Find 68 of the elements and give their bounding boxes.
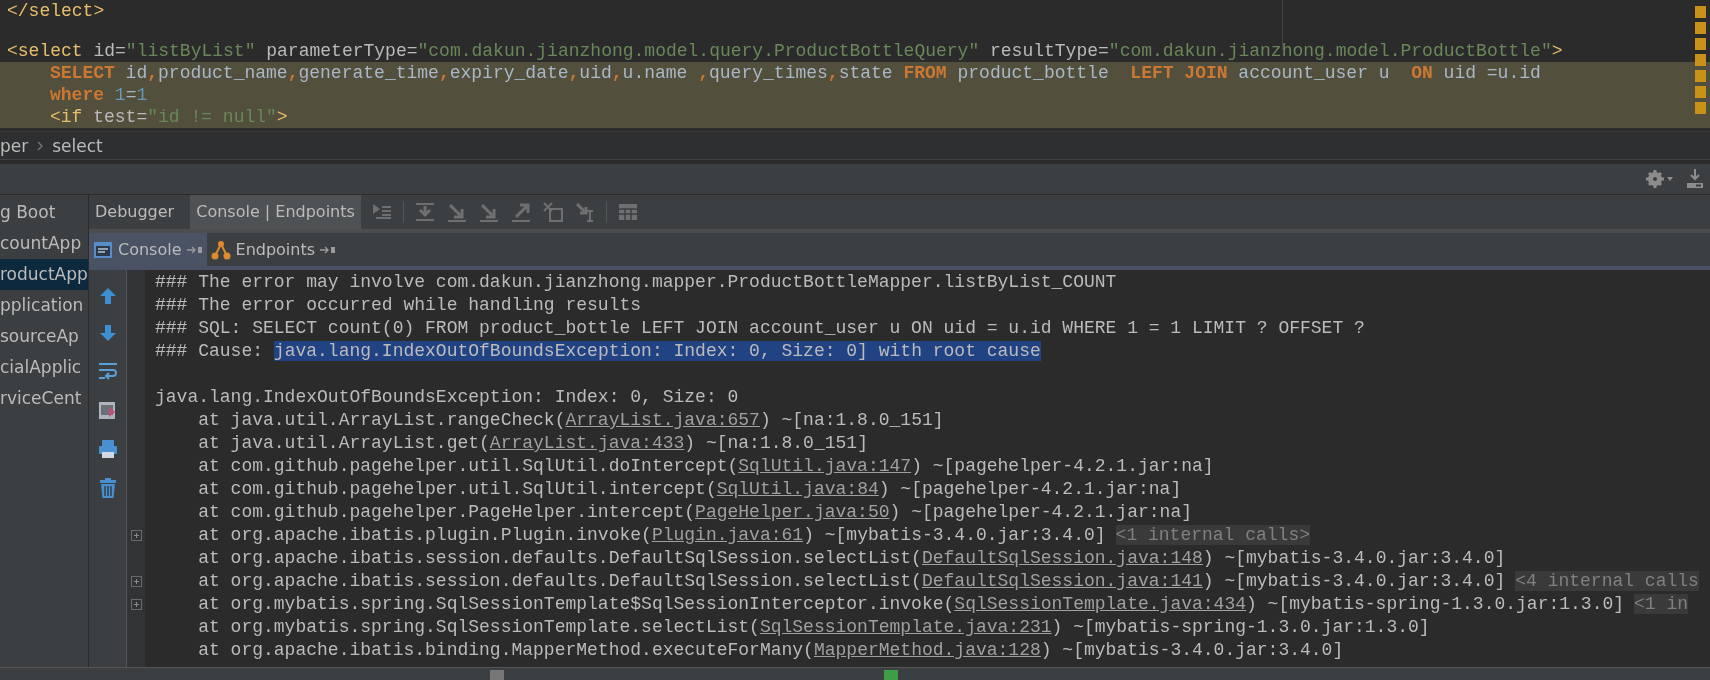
- chevron-icon: [36, 139, 45, 152]
- code-line: where 1=1: [50, 84, 148, 106]
- force-step-into-icon[interactable]: [477, 201, 500, 223]
- breadcrumb-item[interactable]: per: [0, 135, 29, 156]
- pin-icon[interactable]: [186, 244, 203, 255]
- run-config-item[interactable]: roductApp: [0, 259, 88, 290]
- settings-icon[interactable]: [1646, 170, 1674, 188]
- file-link[interactable]: Plugin.java:61: [651, 525, 804, 545]
- console-line: at java.util.ArrayList.rangeCheck(ArrayList.java:657) ~[na:1.8.0_151]: [197, 410, 944, 430]
- file-link[interactable]: ArrayList.java:433: [489, 433, 685, 453]
- console-line: java.lang.IndexOutOfBoundsException: Index: 0, Size: 0: [155, 387, 739, 407]
- file-link[interactable]: DefaultSqlSession.java:148: [921, 548, 1203, 568]
- run-config-item[interactable]: pplication: [0, 290, 88, 321]
- file-link[interactable]: MapperMethod.java:128: [813, 640, 1041, 660]
- internal-calls-note[interactable]: <4 internal calls: [1515, 571, 1699, 591]
- console-line: at org.apache.ibatis.session.defaults.DefaultSqlSession.selectList(DefaultSqlSession.java:148) ~[mybatis-3.4.0.jar:3.4.0]: [197, 548, 1506, 568]
- expand-icon[interactable]: [130, 530, 142, 541]
- file-link[interactable]: SqlSessionTemplate.java:434: [954, 594, 1246, 614]
- code-line: <if test="id != null">: [50, 106, 288, 128]
- run-config-item[interactable]: cialApplic: [0, 352, 88, 383]
- breadcrumb-item[interactable]: select: [52, 135, 103, 156]
- console-line: at com.github.pagehelper.util.SqlUtil.doIntercept(SqlUtil.java:147) ~[pagehelper-4.2.1.jar:na]: [197, 456, 1214, 476]
- evaluate-icon[interactable]: [616, 201, 639, 223]
- console-tab[interactable]: Console: [89, 233, 207, 266]
- file-link[interactable]: PageHelper.java:50: [695, 502, 890, 522]
- console-line: at org.mybatis.spring.SqlSessionTemplate$SqlSessionInterceptor.invoke(SqlSessionTemplate.java:434) ~[mybatis-spring-1.3.0.jar:1.3.0] <1 in: [197, 594, 1689, 614]
- console-line: at org.apache.ibatis.binding.MapperMethod.executeForMany(MapperMethod.java:128) ~[mybatis-3.4.0.jar:3.4.0]: [197, 640, 1344, 660]
- run-config-item[interactable]: g Boot: [0, 197, 88, 228]
- wrap-icon[interactable]: [96, 360, 119, 382]
- step-over-icon[interactable]: [413, 201, 436, 223]
- code-line: </select>: [7, 0, 105, 22]
- tool-tab[interactable]: Console | Endpoints: [190, 195, 361, 229]
- hide-panel-icon[interactable]: [1686, 169, 1704, 189]
- file-link[interactable]: ArrayList.java:657: [565, 410, 760, 430]
- run-config-item[interactable]: countApp: [0, 228, 88, 259]
- run-to-cursor-icon[interactable]: [573, 201, 596, 223]
- console-line: ### SQL: SELECT count(0) FROM product_bottle LEFT JOIN account_user u ON uid = u.id WHERE 1 = 1 LIMIT ? OFFSET ?: [155, 318, 1365, 338]
- run-config-item[interactable]: sourceAp: [0, 321, 88, 352]
- code-editor[interactable]: [0, 0, 1710, 131]
- console-icon: [93, 239, 113, 260]
- file-link[interactable]: SqlSessionTemplate.java:231: [759, 617, 1052, 637]
- code-line: SELECT id,product_name,generate_time,expiry_date,uid,u.name ,query_times,state FROM product_bottle LEFT JOIN account_user u ON uid =u.id: [50, 62, 1541, 84]
- file-link[interactable]: SqlUtil.java:147: [738, 456, 912, 476]
- expand-icon[interactable]: [130, 599, 142, 610]
- console-line: ### Cause: java.lang.IndexOutOfBoundsException: Index: 0, Size: 0] with root cause: [155, 341, 1041, 361]
- step-into-icon[interactable]: [445, 201, 468, 223]
- pin-icon[interactable]: [320, 244, 337, 255]
- nodes-icon: [210, 239, 231, 260]
- console-line: at java.util.ArrayList.get(ArrayList.java:433) ~[na:1.8.0_151]: [197, 433, 868, 453]
- expand-icon[interactable]: [130, 576, 142, 587]
- tool-tab[interactable]: Debugger: [89, 195, 181, 229]
- run-config-item[interactable]: rviceCent: [0, 383, 88, 414]
- print-icon[interactable]: [96, 438, 119, 460]
- file-link[interactable]: SqlUtil.java:84: [716, 479, 879, 499]
- step-out-icon[interactable]: [509, 201, 532, 223]
- console-line: at com.github.pagehelper.PageHelper.intercept(PageHelper.java:50) ~[pagehelper-4.2.1.jar:na]: [197, 502, 1192, 522]
- console-line: ### The error may involve com.dakun.jianzhong.mapper.ProductBottleMapper.listByList_COUNT: [155, 272, 1117, 292]
- drop-frame-icon[interactable]: [541, 201, 564, 223]
- console-line: at com.github.pagehelper.util.SqlUtil.intercept(SqlUtil.java:84) ~[pagehelper-4.2.1.jar:na]: [197, 479, 1182, 499]
- internal-calls-note[interactable]: <1 internal calls>: [1115, 525, 1310, 545]
- internal-calls-note[interactable]: <1 in: [1634, 594, 1689, 614]
- console-tab[interactable]: Endpoints: [206, 233, 341, 266]
- console-line: at org.apache.ibatis.plugin.Plugin.invoke(Plugin.java:61) ~[mybatis-3.4.0.jar:3.4.0] <1 internal calls>: [197, 525, 1310, 545]
- code-line: <select id="listByList" parameterType="com.dakun.jianzhong.model.query.ProductBottleQuery" resultType="com.dakun.jianzhong.model.ProductBottle">: [7, 40, 1563, 62]
- console-line: ### The error occurred while handling results: [155, 295, 642, 315]
- console-line: at org.mybatis.spring.SqlSessionTemplate.selectList(SqlSessionTemplate.java:231) ~[mybatis-spring-1.3.0.jar:1.3.0]: [197, 617, 1430, 637]
- file-link[interactable]: DefaultSqlSession.java:141: [921, 571, 1203, 591]
- console-line: at org.apache.ibatis.session.defaults.DefaultSqlSession.selectList(DefaultSqlSession.java:141) ~[mybatis-3.4.0.jar:3.4.0] <4 internal calls: [197, 571, 1699, 591]
